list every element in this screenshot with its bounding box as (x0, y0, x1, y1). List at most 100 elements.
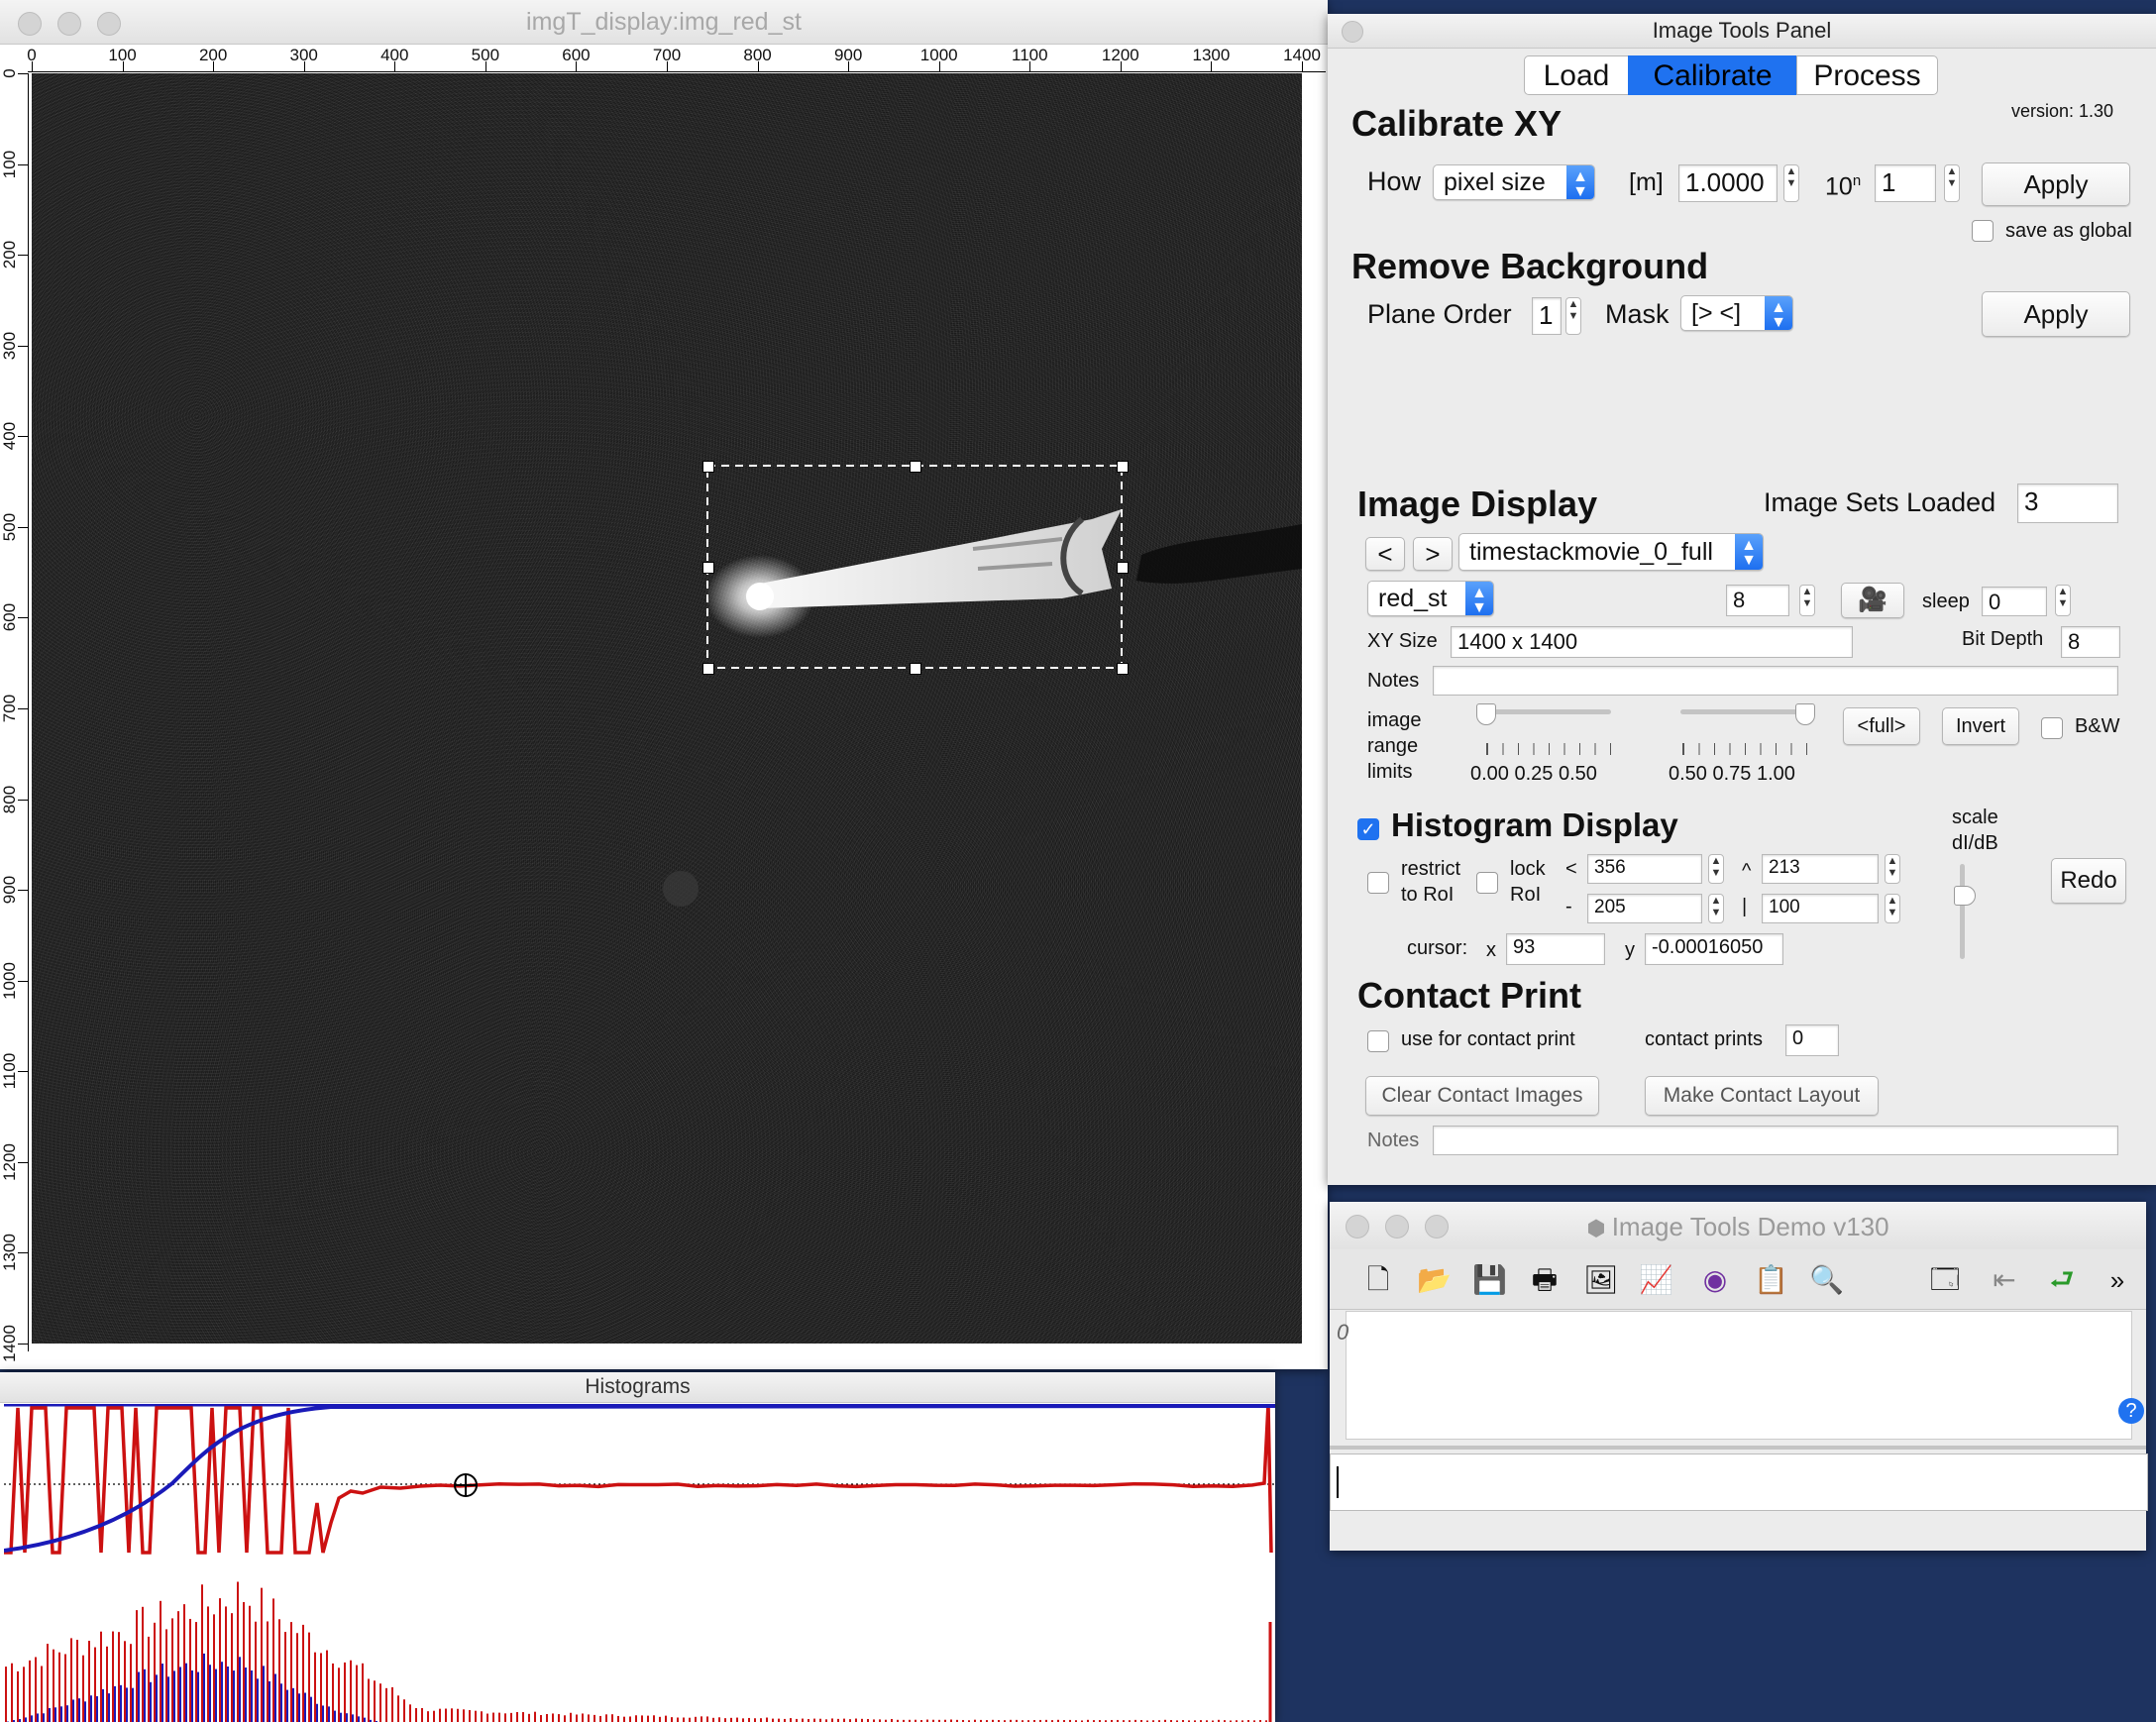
exponent-stepper[interactable]: ▲ ▼ (1944, 164, 1960, 202)
cursor-x-label: x (1486, 939, 1496, 961)
layout-icon[interactable]: 🗔 (1928, 1263, 1962, 1297)
make-contact-layout-button[interactable]: Make Contact Layout (1645, 1076, 1879, 1116)
tab-load[interactable]: Load (1524, 55, 1629, 95)
redo-button[interactable]: Redo (2051, 858, 2126, 904)
x-tick-label: 1400 (1283, 46, 1321, 64)
command-line-input[interactable] (1330, 1453, 2148, 1511)
use-contact-checkbox[interactable] (1367, 1030, 1389, 1052)
print-icon[interactable]: 🖶 (1528, 1263, 1562, 1297)
roi-handle[interactable] (1117, 663, 1129, 675)
next-set-button[interactable]: > (1413, 537, 1453, 571)
pixel-size-field[interactable]: 1.0000 (1678, 164, 1778, 202)
y-tick-label: 700 (0, 694, 19, 723)
histogram-plot[interactable] (4, 1404, 1275, 1722)
mask-popup[interactable]: [> <] ▲ ▼ (1680, 295, 1793, 331)
contact-notes-field[interactable] (1433, 1126, 2118, 1155)
calibrate-apply-button[interactable]: Apply (1982, 162, 2130, 206)
roi-handle[interactable] (702, 461, 714, 473)
y-tick-label: 1100 (0, 1053, 19, 1090)
xy-size-label: XY Size (1367, 630, 1438, 652)
find-icon[interactable]: 🔍 (1809, 1263, 1844, 1297)
caret-stepper[interactable]: ▲ ▼ (1885, 854, 1900, 884)
display-notes-field[interactable] (1433, 666, 2118, 696)
scale-slider-track[interactable] (1960, 864, 1965, 959)
help-icon[interactable]: ? (2118, 1398, 2144, 1424)
dash-symbol: - (1565, 896, 1572, 917)
low-range-track[interactable] (1484, 709, 1611, 714)
plane-order-field[interactable]: 1 (1532, 297, 1562, 335)
splitter[interactable] (1330, 1446, 2146, 1450)
invert-button[interactable]: Invert (1942, 707, 2019, 745)
frame-stepper[interactable]: ▲ ▼ (1799, 585, 1815, 616)
image-window-titlebar[interactable]: imgT_display:img_red_st (0, 0, 1328, 45)
tab-process[interactable]: Process (1796, 55, 1938, 95)
procedure-icon[interactable]: ◉ (1698, 1263, 1732, 1297)
pixel-size-stepper[interactable]: ▲ ▼ (1783, 164, 1799, 202)
chevron-updown-icon: ▲ ▼ (1765, 296, 1792, 331)
text-caret (1337, 1466, 1339, 1498)
roi-handle[interactable] (1117, 461, 1129, 473)
tab-calibrate[interactable]: Calibrate (1628, 55, 1797, 95)
low-range-tick-labels: 0.00 0.25 0.50 (1470, 763, 1597, 785)
image-set-popup[interactable]: timestackmovie_0_full ▲ ▼ (1458, 533, 1764, 571)
how-popup[interactable]: pixel size ▲ ▼ (1433, 164, 1595, 200)
roi-handle[interactable] (910, 663, 921, 675)
clear-contact-images-button[interactable]: Clear Contact Images (1365, 1076, 1599, 1116)
save-global-checkbox[interactable] (1972, 220, 1994, 242)
previous-set-button[interactable]: < (1365, 537, 1405, 571)
lt-stepper[interactable]: ▲ ▼ (1708, 854, 1724, 884)
restrict-roi-checkbox[interactable] (1367, 872, 1389, 894)
dash-field[interactable]: 205 (1587, 894, 1702, 923)
demo-titlebar[interactable]: ⬢ Image Tools Demo v130 (1330, 1202, 2146, 1250)
image-content (663, 465, 1302, 907)
plane-order-stepper[interactable]: ▲ ▼ (1565, 297, 1581, 335)
lock-roi-checkbox[interactable] (1476, 872, 1498, 894)
faint-blob (663, 871, 699, 907)
scale-slider-knob[interactable] (1954, 886, 1976, 906)
experiment-cube-icon: ⬢ (1586, 1216, 1612, 1240)
history-area[interactable]: 0 (1337, 1311, 2132, 1440)
bar-field[interactable]: 100 (1762, 894, 1879, 923)
exponent-field[interactable]: 1 (1875, 164, 1936, 202)
graph-icon[interactable]: 📈 (1639, 1263, 1673, 1297)
mask-label: Mask (1605, 299, 1670, 329)
notebook-icon[interactable]: 📋 (1754, 1263, 1788, 1297)
bar-stepper[interactable]: ▲ ▼ (1885, 894, 1900, 923)
image-canvas[interactable] (32, 73, 1302, 1344)
high-range-knob[interactable] (1795, 703, 1815, 725)
more-chevrons-icon[interactable]: » (2101, 1263, 2134, 1297)
roi-handle[interactable] (702, 663, 714, 675)
sleep-stepper[interactable]: ▲ ▼ (2055, 585, 2071, 616)
chevron-updown-icon: ▲ ▼ (1735, 534, 1763, 570)
low-range-knob[interactable] (1476, 703, 1496, 725)
roi-handle[interactable] (702, 562, 714, 574)
full-range-button[interactable]: <full> (1843, 707, 1920, 745)
channel-popup[interactable]: red_st ▲ ▼ (1367, 581, 1494, 616)
open-folder-icon[interactable]: 📂 (1417, 1263, 1452, 1297)
lt-field[interactable]: 356 (1587, 854, 1702, 884)
bw-checkbox[interactable] (2041, 717, 2063, 739)
back-icon[interactable]: ⇤ (1988, 1263, 2021, 1297)
caret-symbol: ^ (1742, 860, 1752, 882)
y-tick-label: 400 (0, 422, 19, 451)
page-setup-icon[interactable]: 🖼 (1583, 1263, 1619, 1297)
panel-titlebar[interactable]: Image Tools Panel (1328, 14, 2156, 49)
movie-camera-icon[interactable]: 🎥 (1841, 583, 1904, 618)
save-icon[interactable]: 💾 (1472, 1263, 1507, 1297)
dash-stepper[interactable]: ▲ ▼ (1708, 894, 1724, 923)
high-range-ticks (1682, 743, 1807, 755)
histograms-titlebar[interactable]: Histograms (0, 1372, 1275, 1403)
demo-title-text: Image Tools Demo v130 (1611, 1212, 1889, 1241)
return-icon[interactable]: ⮐ (2045, 1263, 2079, 1297)
frame-field[interactable]: 8 (1726, 585, 1789, 616)
cursor-y-field: -0.00016050 (1645, 933, 1783, 965)
histogram-display-checkbox[interactable]: ✓ (1357, 818, 1379, 840)
high-range-track[interactable] (1680, 709, 1805, 714)
sleep-field[interactable]: 0 (1982, 587, 2047, 616)
background-apply-button[interactable]: Apply (1982, 291, 2130, 337)
new-document-icon[interactable]: 🗋 (1361, 1263, 1395, 1297)
roi-handle[interactable] (1117, 562, 1129, 574)
roi-handle[interactable] (910, 461, 921, 473)
exponent-label: 10n (1825, 172, 1861, 201)
caret-field[interactable]: 213 (1762, 854, 1879, 884)
